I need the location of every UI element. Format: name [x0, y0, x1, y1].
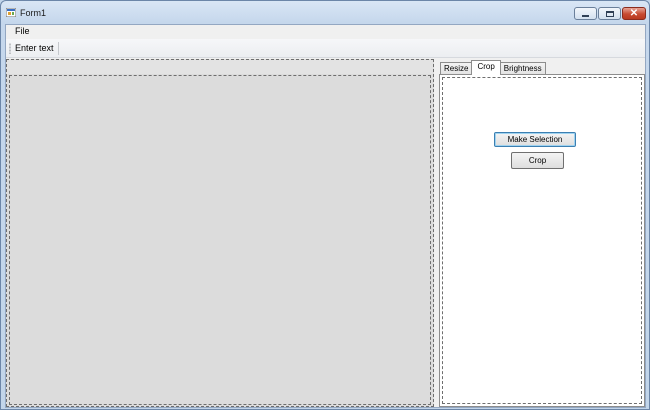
window-controls: ✕ — [574, 7, 646, 21]
toolstrip-text-item[interactable]: Enter text — [15, 43, 54, 53]
tab-crop[interactable]: Crop — [471, 60, 501, 75]
toolstrip-separator — [58, 42, 59, 55]
minimize-icon — [582, 14, 589, 17]
window-title: Form1 — [20, 8, 47, 18]
tool-strip: Enter text — [6, 39, 645, 58]
maximize-button[interactable] — [598, 7, 621, 20]
form-client-area: File Enter text Resize Crop Brightness M… — [5, 24, 646, 408]
minimize-button[interactable] — [574, 7, 597, 20]
crop-tab-panel: Make Selection Crop — [442, 77, 642, 404]
crop-button[interactable]: Crop — [511, 152, 564, 169]
app-icon — [6, 8, 16, 17]
close-button[interactable]: ✕ — [622, 7, 646, 20]
maximize-icon — [605, 10, 614, 17]
title-bar[interactable]: Form1 ✕ — [1, 1, 649, 25]
tab-control: Resize Crop Brightness Make Selection Cr… — [436, 59, 645, 407]
tab-strip: Resize Crop Brightness — [440, 60, 546, 75]
crop-tab-page: Make Selection Crop — [439, 74, 645, 407]
menu-item-file[interactable]: File — [12, 26, 33, 36]
toolstrip-grip[interactable] — [9, 43, 11, 54]
menu-bar: File — [6, 25, 645, 38]
make-selection-button[interactable]: Make Selection — [494, 132, 576, 147]
image-panel-header — [7, 60, 433, 74]
close-icon: ✕ — [629, 7, 639, 19]
picture-box[interactable] — [9, 75, 431, 405]
app-window: Form1 ✕ File Enter text Resize Crop Brig… — [0, 0, 650, 410]
image-panel — [6, 59, 434, 407]
